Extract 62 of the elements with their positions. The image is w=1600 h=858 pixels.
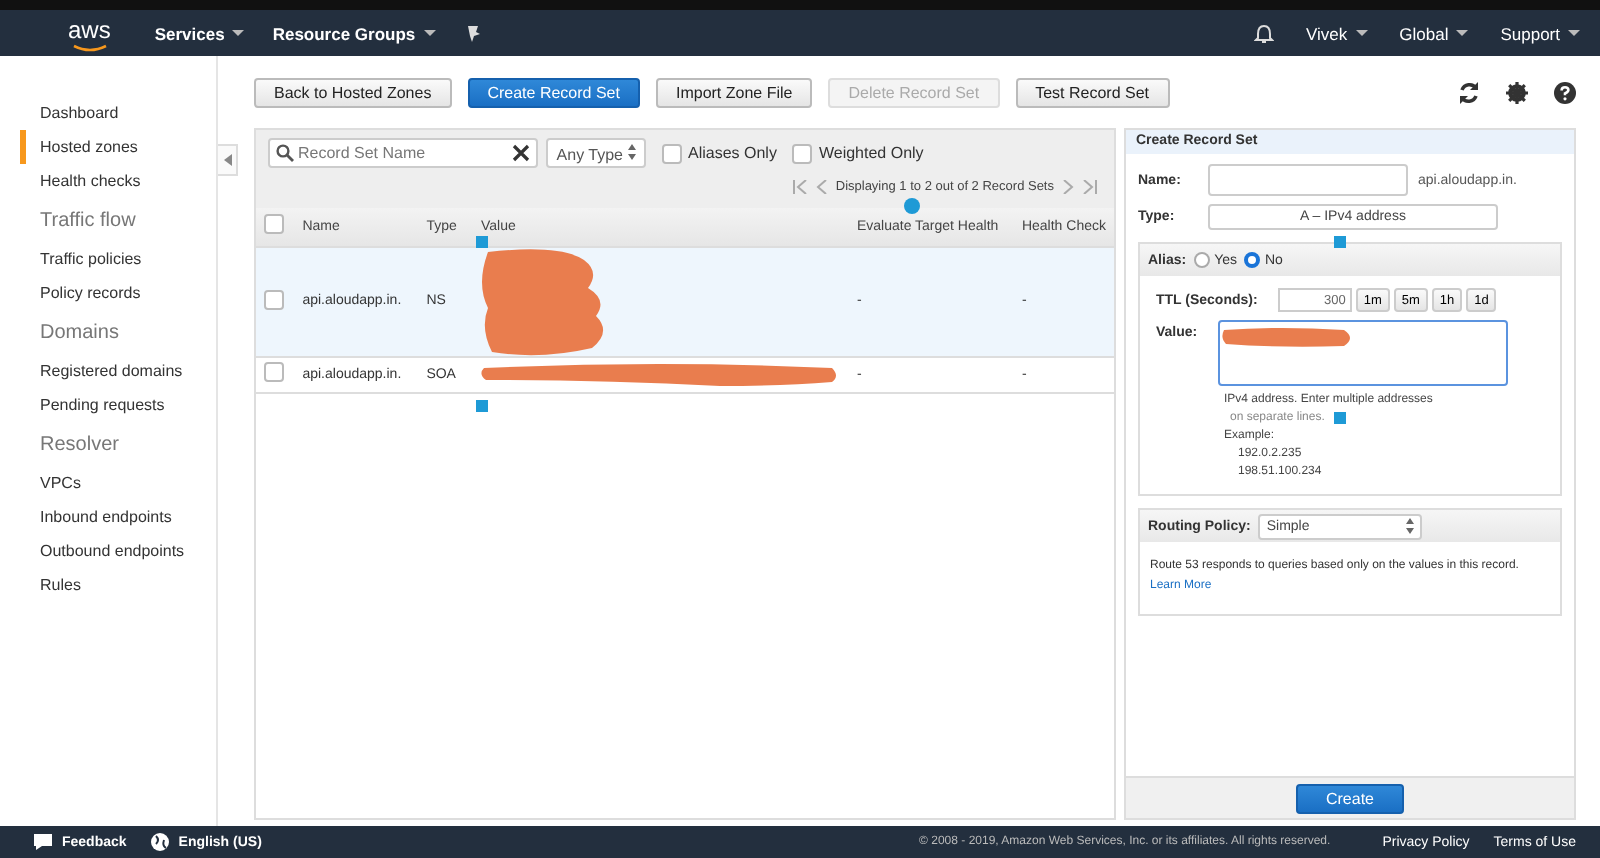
checkbox[interactable] [792,143,813,163]
caret-icon [423,30,436,36]
pin-icon [463,23,482,43]
previous-page-icon [815,179,828,193]
smile-icon [72,44,108,52]
collapse-button[interactable] [218,144,238,176]
name-field[interactable] [1208,164,1408,196]
nav-link[interactable]: Inbound endpoints [20,500,216,534]
nav-menu[interactable]: Services [154,23,245,43]
section-heading: Domains [40,320,121,348]
stepper-icon [1406,518,1415,534]
checkbox-label: Weighted Only [818,144,924,162]
help-icon [1554,81,1576,103]
nav-menu[interactable]: Global [1399,23,1469,43]
clear-icon [512,144,530,162]
bell-icon [1254,23,1274,43]
nav-link[interactable]: Traffic policies [20,242,216,276]
checkbox-label: Aliases Only [688,144,777,162]
speech-bubble-icon [32,832,54,852]
nav-link[interactable]: Health checks [20,164,216,198]
nav-menu[interactable]: Resource Groups [272,23,436,43]
create-button[interactable]: Create [1295,783,1404,813]
caret-icon [1456,30,1469,36]
caret-icon [223,154,231,166]
section-heading: Traffic flow [40,208,138,236]
toolbar-button[interactable]: Test Record Set [1015,77,1170,107]
settings-icon [1506,81,1528,103]
first-page-icon [791,179,808,193]
search-field[interactable]: Record Set Name [268,138,538,168]
nav-menu[interactable]: Support [1500,23,1580,43]
selection-handle [1334,236,1346,248]
nav-menu[interactable]: Vivek [1306,23,1368,43]
value-field[interactable] [1218,320,1508,386]
selection-handle [1334,412,1346,424]
nav-link[interactable]: Policy records [20,276,216,310]
stepper-icon [627,143,636,159]
nav-link[interactable]: Outbound endpoints [20,534,216,568]
search-icon [276,144,294,162]
caret-icon [232,30,245,36]
nav-link[interactable]: VPCs [20,466,216,500]
checkbox[interactable] [264,362,284,382]
logo[interactable]: aws [68,16,111,50]
nav-link[interactable]: Registered domains [20,354,216,388]
selection-handle [476,236,488,248]
refresh-icon [1458,81,1480,103]
type-select[interactable]: Any Type [546,138,646,168]
last-page-icon [1082,179,1098,193]
nav-link[interactable]: Pending requests [20,388,216,422]
section-heading: Resolver [40,432,121,460]
caret-icon [1568,30,1580,36]
checkbox[interactable] [264,214,284,235]
nav-link[interactable]: Rules [20,568,216,602]
toolbar-button[interactable]: Create Record Set [467,77,640,107]
toolbar-button[interactable]: Import Zone File [655,77,813,107]
caret-icon [1355,30,1368,36]
checkbox[interactable] [662,143,682,163]
nav-link[interactable]: Dashboard [20,96,216,130]
selection-handle [476,400,488,412]
toolbar-button[interactable]: Back to Hosted Zones [254,77,452,107]
checkbox[interactable] [264,289,284,309]
globe-icon [150,832,171,852]
next-page-icon [1062,179,1074,193]
